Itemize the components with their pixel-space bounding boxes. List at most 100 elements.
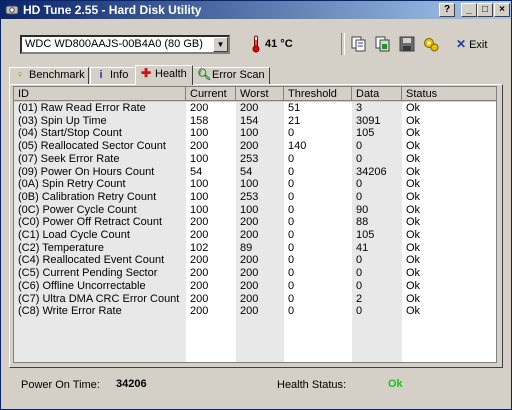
options-icon[interactable] <box>423 36 439 52</box>
cell-data: 105 <box>356 229 375 241</box>
cell-worst: 200 <box>240 102 259 114</box>
cell-current: 200 <box>190 305 209 318</box>
col-header-threshold[interactable]: Threshold <box>284 87 352 101</box>
cell-worst: 89 <box>240 241 253 254</box>
copy-text-icon[interactable] <box>351 36 367 52</box>
col-header-current[interactable]: Current <box>186 87 236 101</box>
cell-worst: 200 <box>240 305 259 318</box>
minimize-button[interactable]: _ <box>461 3 477 17</box>
chevron-down-icon[interactable]: ▼ <box>213 37 228 52</box>
tab-health-label: Health <box>155 68 187 80</box>
table-row[interactable]: (0A) Spin Retry Count 100 100 0 0 Ok <box>14 178 496 191</box>
tab-benchmark[interactable]: ♀ Benchmark <box>9 67 89 84</box>
cell-worst: 200 <box>240 292 259 305</box>
cell-worst: 54 <box>240 165 253 178</box>
cell-data: 3 <box>356 102 363 114</box>
tab-info[interactable]: i Info <box>90 67 136 84</box>
cell-data: 3091 <box>356 114 381 127</box>
cell-id: (07) Seek Error Rate <box>18 152 120 165</box>
table-row[interactable]: (03) Spin Up Time 158 154 21 3091 Ok <box>14 114 496 128</box>
table-row[interactable]: (0C) Power Cycle Count 100 100 0 90 Ok <box>14 203 496 217</box>
cell-threshold: 0 <box>288 229 295 241</box>
drive-select-value: WDC WD800AAJS-00B4A0 (80 GB) <box>25 38 203 50</box>
cell-status: Ok <box>406 267 421 280</box>
table-row[interactable]: (C0) Power Off Retract Count 200 200 0 88 Ok <box>14 216 496 229</box>
power-on-value: 34206 <box>116 378 147 390</box>
cell-current: 200 <box>190 292 209 305</box>
exit-icon: ✕ <box>456 37 467 51</box>
table-row[interactable]: (05) Reallocated Sector Count 200 200 140 0 O… <box>14 140 496 153</box>
cell-data: 88 <box>356 216 369 229</box>
cell-data: 105 <box>356 127 375 140</box>
temperature-readout: 41 °C <box>265 38 293 50</box>
table-row[interactable]: (09) Power On Hours Count 54 54 0 34206 Ok <box>14 165 496 179</box>
title-bar[interactable]: HD Tune 2.55 - Hard Disk Utility ? _ □ × <box>1 1 511 19</box>
drive-select[interactable]: WDC WD800AAJS-00B4A0 (80 GB) ▼ <box>20 35 230 54</box>
toolbar: WDC WD800AAJS-00B4A0 (80 GB) ▼ 41 °C ✕ E… <box>1 19 511 65</box>
col-header-worst[interactable]: Worst <box>236 87 284 101</box>
help-button[interactable]: ? <box>439 3 455 17</box>
cell-current: 102 <box>190 241 209 254</box>
save-icon[interactable] <box>399 36 415 52</box>
table-row[interactable]: (C5) Current Pending Sector 200 200 0 0 Ok <box>14 267 496 280</box>
cell-current: 200 <box>190 267 209 280</box>
cell-data: 0 <box>356 267 363 280</box>
cell-threshold: 0 <box>288 267 295 280</box>
cell-id: (C8) Write Error Rate <box>18 305 122 318</box>
cell-current: 100 <box>190 190 209 203</box>
tab-health[interactable]: ✚ Health <box>135 65 193 85</box>
table-row[interactable]: (0B) Calibration Retry Count 100 253 0 0 Ok <box>14 190 496 204</box>
close-button[interactable]: × <box>494 3 510 17</box>
cell-worst: 200 <box>240 254 259 267</box>
cell-current: 100 <box>190 152 209 165</box>
cell-threshold: 0 <box>288 305 295 318</box>
cell-current: 200 <box>190 229 209 241</box>
cell-status: Ok <box>406 127 421 140</box>
table-row[interactable]: (C4) Reallocated Event Count 200 200 0 0 Ok <box>14 254 496 267</box>
cell-status: Ok <box>406 140 421 153</box>
cell-current: 200 <box>190 279 209 292</box>
table-row[interactable]: (07) Seek Error Rate 100 253 0 0 Ok <box>14 152 496 166</box>
cell-threshold: 140 <box>288 140 307 153</box>
col-header-data[interactable]: Data <box>352 87 402 101</box>
cell-threshold: 0 <box>288 279 295 292</box>
tab-error-scan[interactable]: 🔍︎Error Scan <box>192 67 270 84</box>
cell-data: 0 <box>356 178 363 191</box>
cell-threshold: 0 <box>288 203 295 216</box>
exit-label: Exit <box>469 39 488 51</box>
cell-threshold: 0 <box>288 152 295 165</box>
cell-id: (C5) Current Pending Sector <box>18 267 158 280</box>
cell-threshold: 0 <box>288 178 295 191</box>
col-header-status[interactable]: Status <box>402 87 496 101</box>
cell-id: (01) Raw Read Error Rate <box>18 102 146 114</box>
smart-table[interactable]: ID Current Worst Threshold Data Status (… <box>13 86 497 363</box>
table-row[interactable]: (C6) Offline Uncorrectable 200 200 0 0 Ok <box>14 279 496 293</box>
cell-worst: 253 <box>240 152 259 165</box>
exit-button[interactable]: ✕ Exit <box>456 37 487 51</box>
copy-image-icon[interactable] <box>375 36 391 52</box>
cell-id: (C0) Power Off Retract Count <box>18 216 163 229</box>
table-row[interactable]: (C2) Temperature 102 89 0 41 Ok <box>14 241 496 255</box>
maximize-button[interactable]: □ <box>477 3 493 17</box>
cell-status: Ok <box>406 178 421 191</box>
thermometer-bench-icon: ♀ <box>15 69 25 81</box>
cell-status: Ok <box>406 203 421 216</box>
cell-threshold: 0 <box>288 241 295 254</box>
app-window: HD Tune 2.55 - Hard Disk Utility ? _ □ ×… <box>0 0 512 410</box>
table-row[interactable]: (C1) Load Cycle Count 200 200 0 105 Ok <box>14 229 496 242</box>
table-row[interactable]: (04) Start/Stop Count 100 100 0 105 Ok <box>14 127 496 140</box>
tab-info-label: Info <box>110 69 129 81</box>
table-row[interactable]: (C8) Write Error Rate 200 200 0 0 Ok <box>14 305 496 318</box>
magnifier-icon: 🔍︎ <box>197 69 211 81</box>
window-title: HD Tune 2.55 - Hard Disk Utility <box>23 3 202 17</box>
cell-current: 200 <box>190 216 209 229</box>
cell-id: (09) Power On Hours Count <box>18 165 155 178</box>
cell-current: 158 <box>190 114 209 127</box>
cell-status: Ok <box>406 254 421 267</box>
table-row[interactable]: (01) Raw Read Error Rate 200 200 51 3 Ok <box>14 102 496 115</box>
table-row[interactable]: (C7) Ultra DMA CRC Error Count 200 200 0 2 Ok <box>14 292 496 306</box>
cell-status: Ok <box>406 229 421 241</box>
cell-data: 0 <box>356 140 363 153</box>
cell-current: 200 <box>190 254 209 267</box>
col-header-id[interactable]: ID <box>14 87 186 101</box>
